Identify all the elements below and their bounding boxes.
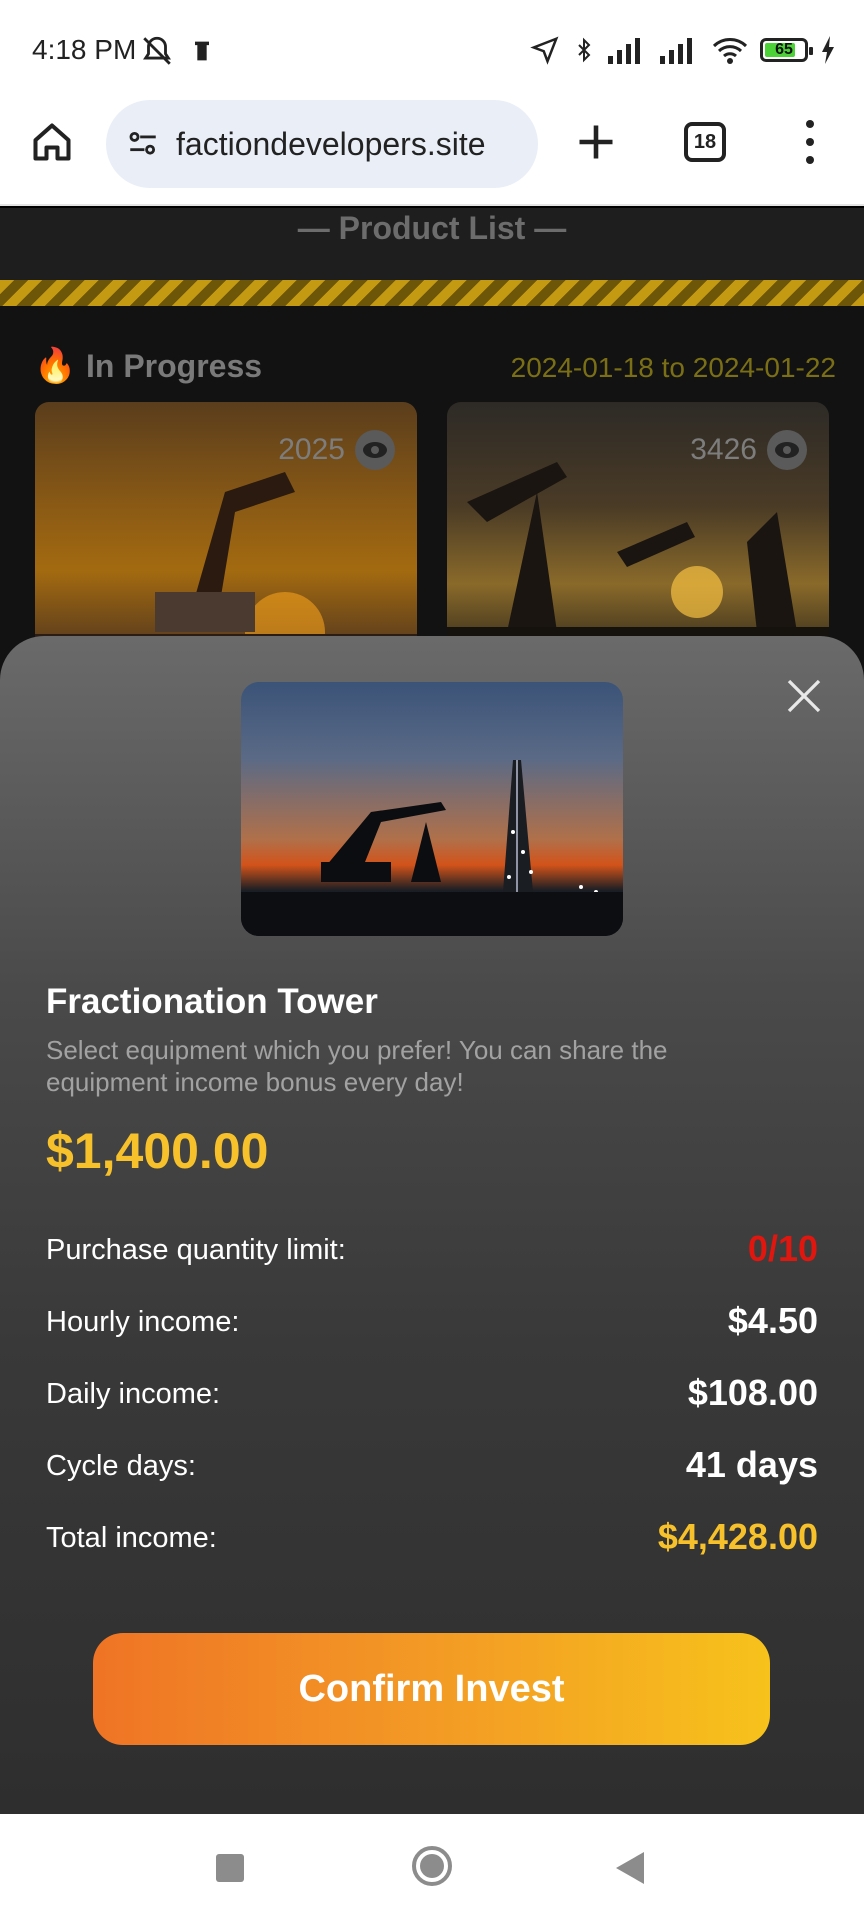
bluetooth-icon xyxy=(578,37,591,63)
location-icon xyxy=(530,36,559,65)
status-bar: 4:18 PM 65 xyxy=(0,0,864,100)
tab-switcher-button[interactable]: 18 xyxy=(684,122,726,162)
purchase-limit-value: 0/10 xyxy=(747,1228,818,1269)
daily-income-value: $108.00 xyxy=(687,1372,818,1413)
battery-level: 65 xyxy=(775,41,793,58)
shield-icon xyxy=(195,41,209,61)
view-count-text: 2025 xyxy=(278,433,345,466)
status-time: 4:18 PM xyxy=(32,34,137,65)
browser-toolbar: factiondevelopers.site 18 xyxy=(0,100,864,206)
cycle-days-label: Cycle days: xyxy=(46,1450,196,1482)
charging-icon xyxy=(822,36,834,64)
daily-income-row: Daily income: $108.00 xyxy=(46,1368,818,1418)
site-settings-icon[interactable] xyxy=(126,127,160,161)
eye-icon xyxy=(767,430,807,470)
product-price: $1,400.00 xyxy=(46,1123,269,1179)
mute-icon xyxy=(143,36,171,65)
date-range: 2024-01-18 to 2024-01-22 xyxy=(510,352,836,383)
eye-icon xyxy=(355,430,395,470)
hourly-income-label: Hourly income: xyxy=(46,1306,240,1338)
close-icon[interactable] xyxy=(784,676,824,716)
battery-icon: 65 xyxy=(760,38,813,62)
back-icon[interactable] xyxy=(616,1852,644,1884)
fire-icon: 🔥 xyxy=(34,347,77,385)
purchase-limit-row: Purchase quantity limit: 0/10 xyxy=(46,1224,818,1274)
hazard-stripe xyxy=(0,280,864,306)
url-text: factiondevelopers.site xyxy=(176,125,486,162)
status-label: In Progress xyxy=(86,348,263,384)
cycle-days-value: 41 days xyxy=(685,1444,818,1485)
recent-apps-icon[interactable] xyxy=(216,1854,244,1882)
hourly-income-value: $4.50 xyxy=(727,1300,818,1341)
tab-count: 18 xyxy=(693,130,717,153)
view-count: 2025 xyxy=(278,430,395,470)
product-card[interactable]: 3426 xyxy=(447,402,829,662)
product-image xyxy=(241,682,623,936)
home-nav-icon[interactable] xyxy=(412,1846,452,1886)
section-title: — Product List — xyxy=(0,208,864,280)
system-nav-bar xyxy=(0,1814,864,1920)
home-icon[interactable] xyxy=(30,120,74,164)
view-count: 3426 xyxy=(690,430,807,470)
wifi-icon xyxy=(712,38,748,64)
product-description: Select equipment which you prefer! You c… xyxy=(46,1035,668,1097)
confirm-invest-button[interactable]: Confirm Invest xyxy=(93,1633,770,1745)
daily-income-label: Daily income: xyxy=(46,1378,221,1410)
progress-header: 🔥 In Progress 2024-01-18 to 2024-01-22 xyxy=(0,338,864,398)
product-name: Fractionation Tower xyxy=(46,982,378,1021)
address-bar[interactable]: factiondevelopers.site xyxy=(106,100,538,188)
signal-icon xyxy=(608,38,640,64)
signal-icon-2 xyxy=(660,38,692,64)
total-income-value: $4,428.00 xyxy=(657,1516,818,1557)
view-count-text: 3426 xyxy=(690,433,757,466)
product-card[interactable]: 2025 xyxy=(35,402,417,662)
product-detail-sheet: Fractionation Tower Select equipment whi… xyxy=(0,636,864,1814)
more-menu-icon[interactable] xyxy=(800,120,820,164)
purchase-limit-label: Purchase quantity limit: xyxy=(46,1234,346,1266)
hourly-income-row: Hourly income: $4.50 xyxy=(46,1296,818,1346)
total-income-label: Total income: xyxy=(46,1522,217,1554)
new-tab-icon[interactable] xyxy=(574,120,618,164)
total-income-row: Total income: $4,428.00 xyxy=(46,1512,818,1562)
cycle-days-row: Cycle days: 41 days xyxy=(46,1440,818,1490)
